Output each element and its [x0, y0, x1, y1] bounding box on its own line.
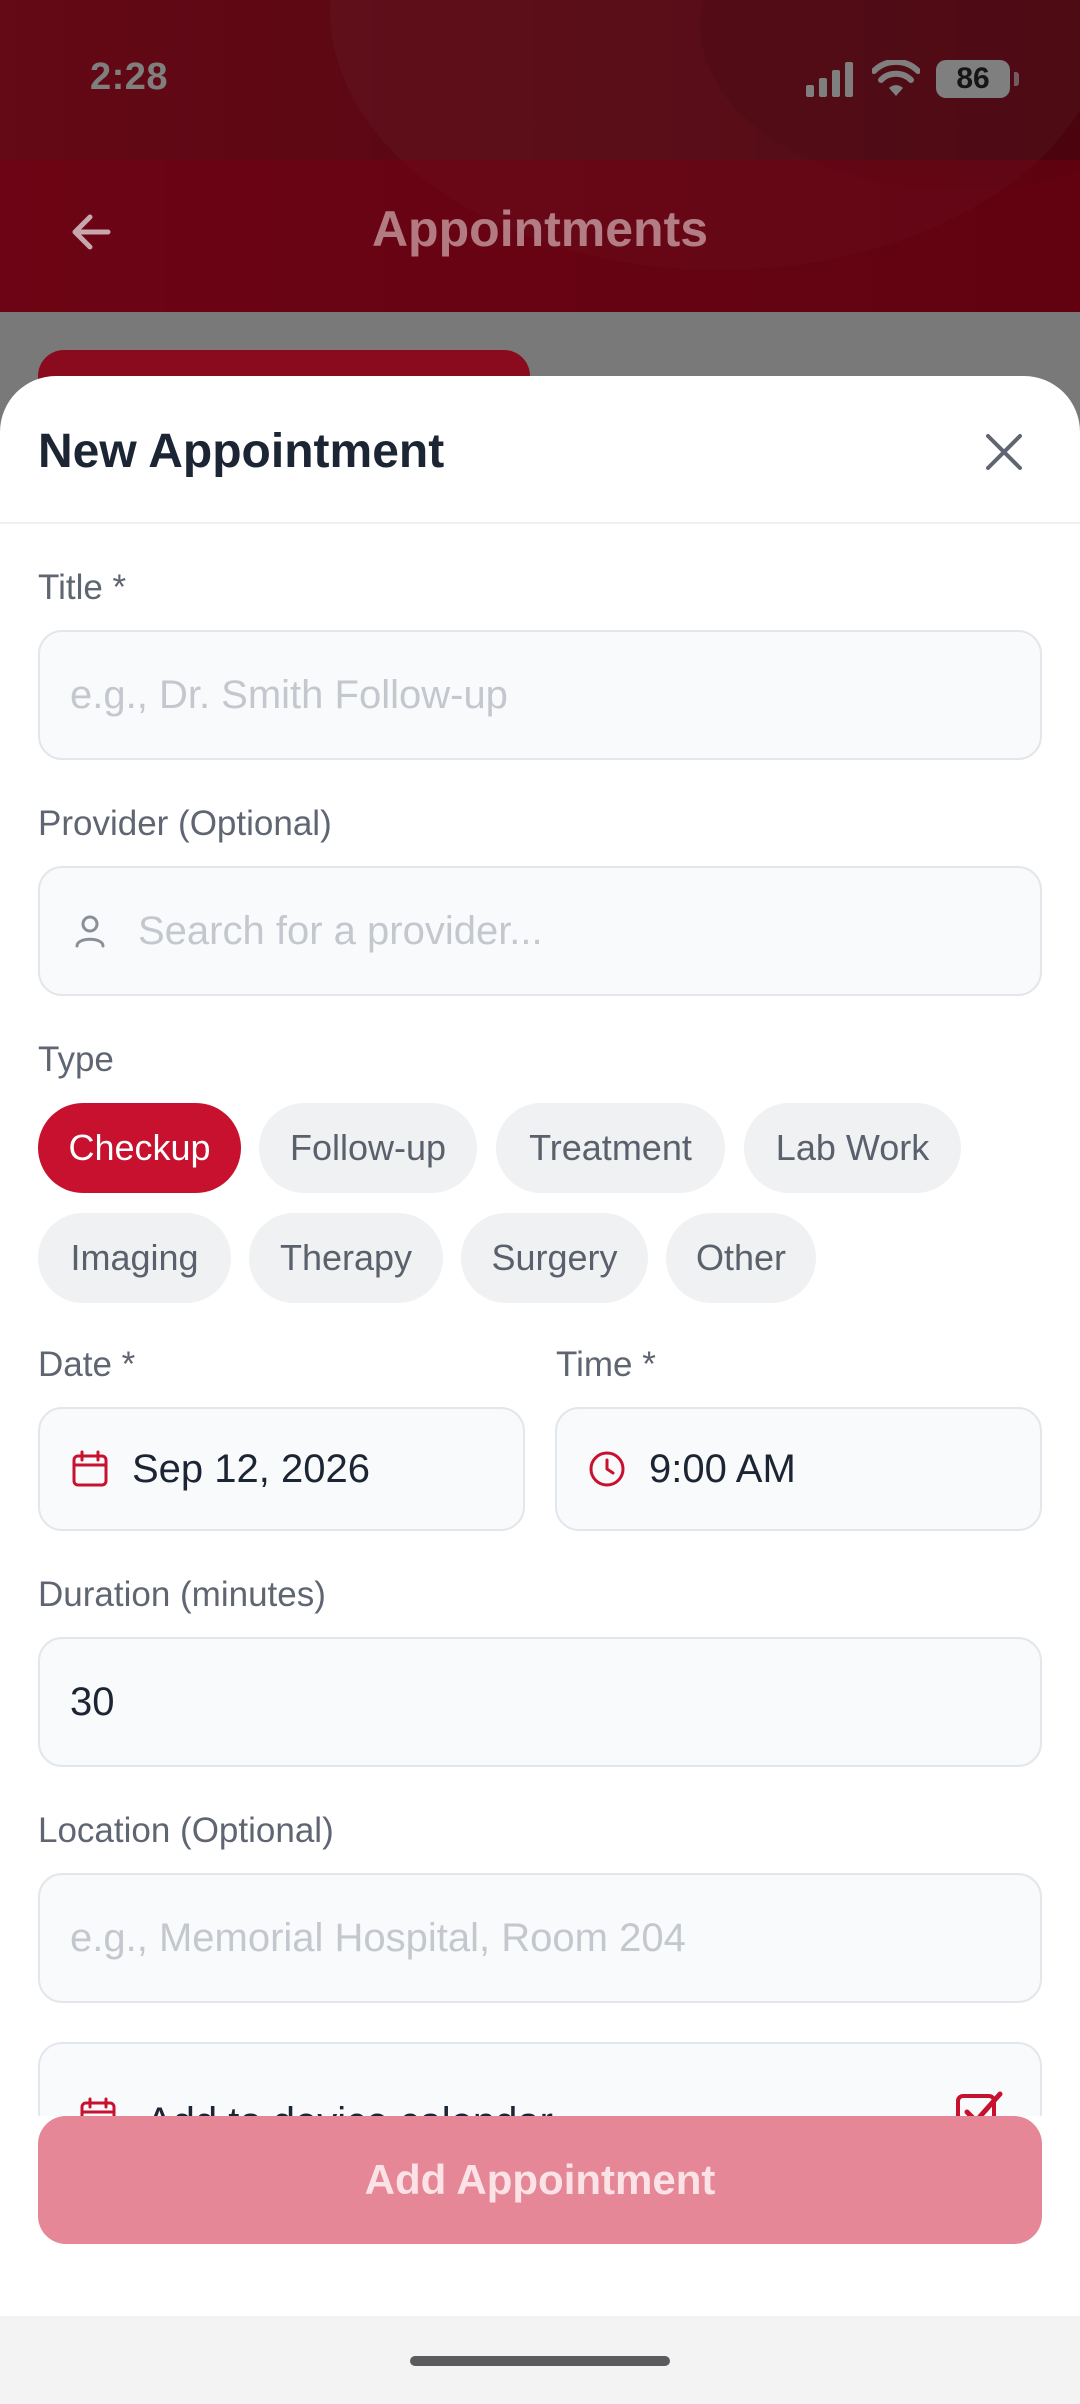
add-appointment-button[interactable]: Add Appointment — [38, 2116, 1042, 2244]
time-value: 9:00 AM — [649, 1446, 796, 1491]
page-title: Appointments — [371, 201, 709, 257]
provider-label: Provider (Optional) — [38, 804, 332, 843]
duration-label: Duration (minutes) — [38, 1575, 326, 1614]
duration-value: 30 — [70, 1679, 115, 1724]
calendar-icon — [72, 1450, 108, 1487]
type-chip-other[interactable]: Other — [666, 1213, 816, 1303]
date-picker-field[interactable]: Sep 12, 2026 — [38, 1407, 525, 1531]
title-label: Title * — [38, 568, 127, 607]
title-placeholder: e.g., Dr. Smith Follow-up — [70, 672, 508, 717]
type-chip-therapy[interactable]: Therapy — [249, 1213, 443, 1303]
duration-input[interactable]: 30 — [38, 1637, 1042, 1767]
sheet-title: New Appointment — [38, 425, 445, 478]
title-input[interactable]: e.g., Dr. Smith Follow-up — [38, 630, 1042, 760]
location-label: Location (Optional) — [38, 1811, 334, 1850]
clock-icon — [589, 1451, 625, 1487]
type-chip-treatment[interactable]: Treatment — [496, 1103, 725, 1193]
location-placeholder: e.g., Memorial Hospital, Room 204 — [70, 1915, 686, 1960]
type-chip-lab-work[interactable]: Lab Work — [744, 1103, 961, 1193]
time-label: Time * — [556, 1345, 656, 1384]
time-picker-field[interactable]: 9:00 AM — [555, 1407, 1042, 1531]
type-chip-surgery[interactable]: Surgery — [461, 1213, 648, 1303]
sheet-header: New Appointment — [0, 376, 1080, 524]
person-icon — [75, 915, 105, 948]
type-chip-follow-up[interactable]: Follow-up — [259, 1103, 477, 1193]
system-nav-bar — [0, 2316, 1080, 2404]
location-input[interactable]: e.g., Memorial Hospital, Room 204 — [38, 1873, 1042, 2003]
type-chip-checkup[interactable]: Checkup — [38, 1103, 241, 1193]
provider-search-input[interactable]: Search for a provider... — [38, 866, 1042, 996]
home-indicator[interactable] — [410, 2356, 670, 2366]
close-button[interactable] — [976, 424, 1032, 480]
top-nav: Appointments — [0, 160, 1080, 312]
date-value: Sep 12, 2026 — [132, 1446, 370, 1491]
date-label: Date * — [38, 1345, 136, 1384]
provider-placeholder: Search for a provider... — [138, 908, 543, 953]
close-icon — [986, 434, 1022, 470]
type-chip-imaging[interactable]: Imaging — [38, 1213, 231, 1303]
type-label: Type — [38, 1040, 114, 1079]
